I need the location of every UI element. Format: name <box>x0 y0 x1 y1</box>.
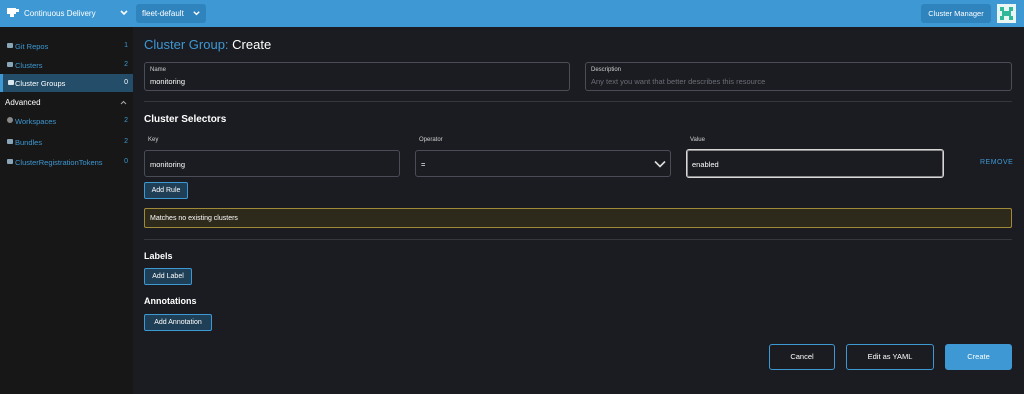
folder-icon <box>7 139 13 144</box>
sidebar-item-count: 2 <box>124 117 128 124</box>
sidebar-item-label: Cluster Groups <box>15 79 66 88</box>
description-field-placeholder: Any text you want that better describes … <box>591 77 766 86</box>
selector-key-input[interactable]: monitoring <box>144 150 400 177</box>
chevron-down-icon <box>193 11 200 16</box>
namespace-select-value: fleet-default <box>142 9 184 18</box>
sidebar-item-count: 2 <box>124 61 128 68</box>
description-field-label: Description <box>591 67 622 73</box>
add-annotation-button[interactable]: Add Annotation <box>144 314 212 331</box>
annotations-title: Annotations <box>144 296 197 306</box>
sidebar-item-count: 0 <box>124 79 128 86</box>
namespace-select[interactable]: fleet-default <box>136 4 206 23</box>
sidebar-group-advanced[interactable]: Advanced <box>5 98 41 107</box>
workspace-icon <box>7 117 13 123</box>
sidebar-item-label: Clusters <box>15 61 43 70</box>
folder-icon <box>7 159 13 164</box>
edit-as-yaml-button[interactable]: Edit as YAML <box>846 344 934 370</box>
sidebar: Git Repos 1 Clusters 2 Cluster Groups 0 … <box>0 27 133 394</box>
name-field-value: monitoring <box>150 77 186 86</box>
selector-operator-value: = <box>421 160 426 169</box>
user-avatar[interactable] <box>997 4 1016 23</box>
app-title: Continuous Delivery <box>24 9 96 18</box>
folder-icon <box>7 62 13 67</box>
sidebar-item-count: 2 <box>124 138 128 145</box>
page-title-prefix: Cluster Group: <box>144 37 229 52</box>
sidebar-item-cluster-groups[interactable]: Cluster Groups 0 <box>0 74 133 92</box>
main-content: Cluster Group: Create Name monitoring De… <box>133 27 1024 394</box>
cancel-button[interactable]: Cancel <box>769 344 835 370</box>
add-rule-button[interactable]: Add Rule <box>144 182 188 199</box>
fleet-logo-icon <box>7 8 19 17</box>
labels-title: Labels <box>144 251 173 261</box>
top-header: Continuous Delivery fleet-default Cluste… <box>0 0 1024 27</box>
remove-rule-button[interactable]: REMOVE <box>980 159 1013 166</box>
sidebar-item-count: 1 <box>124 42 128 49</box>
sidebar-item-clusters[interactable]: Clusters 2 <box>0 56 133 74</box>
sidebar-item-label: ClusterRegistrationTokens <box>15 158 103 167</box>
selector-operator-select[interactable]: = <box>415 150 671 177</box>
operator-column-label: Operator <box>419 137 443 143</box>
add-label-button[interactable]: Add Label <box>144 268 192 285</box>
chevron-up-icon[interactable] <box>120 100 127 105</box>
selector-value-value: enabled <box>692 160 719 169</box>
create-button[interactable]: Create <box>945 344 1012 370</box>
sidebar-item-git-repos[interactable]: Git Repos 1 <box>0 37 133 55</box>
selector-key-value: monitoring <box>150 160 186 169</box>
page-title: Cluster Group: Create <box>144 37 271 52</box>
divider <box>144 239 1012 240</box>
key-column-label: Key <box>148 137 159 143</box>
name-field-label: Name <box>150 67 167 73</box>
cluster-selectors-title: Cluster Selectors <box>144 114 227 125</box>
sidebar-item-label: Bundles <box>15 138 43 147</box>
product-switcher[interactable]: Continuous Delivery <box>0 0 133 27</box>
description-field[interactable]: Description Any text you want that bette… <box>585 62 1012 91</box>
chevron-down-icon <box>120 10 128 16</box>
folder-icon <box>8 80 14 85</box>
cluster-manager-button[interactable]: Cluster Manager <box>921 4 991 23</box>
sidebar-item-cluster-registration-tokens[interactable]: ClusterRegistrationTokens 0 <box>0 153 133 171</box>
sidebar-item-workspaces[interactable]: Workspaces 2 <box>0 112 133 130</box>
name-field[interactable]: Name monitoring <box>144 62 570 91</box>
folder-icon <box>7 43 13 48</box>
match-status-banner: Matches no existing clusters <box>144 208 1012 228</box>
sidebar-item-label: Git Repos <box>15 42 49 51</box>
value-column-label: Value <box>690 137 705 143</box>
sidebar-item-bundles[interactable]: Bundles 2 <box>0 133 133 151</box>
sidebar-item-count: 0 <box>124 158 128 165</box>
match-status-text: Matches no existing clusters <box>150 215 238 222</box>
selector-value-input[interactable]: enabled <box>686 149 944 178</box>
chevron-down-icon <box>654 160 666 168</box>
sidebar-item-label: Workspaces <box>15 117 57 126</box>
page-title-action: Create <box>232 37 272 52</box>
divider <box>144 101 1012 102</box>
